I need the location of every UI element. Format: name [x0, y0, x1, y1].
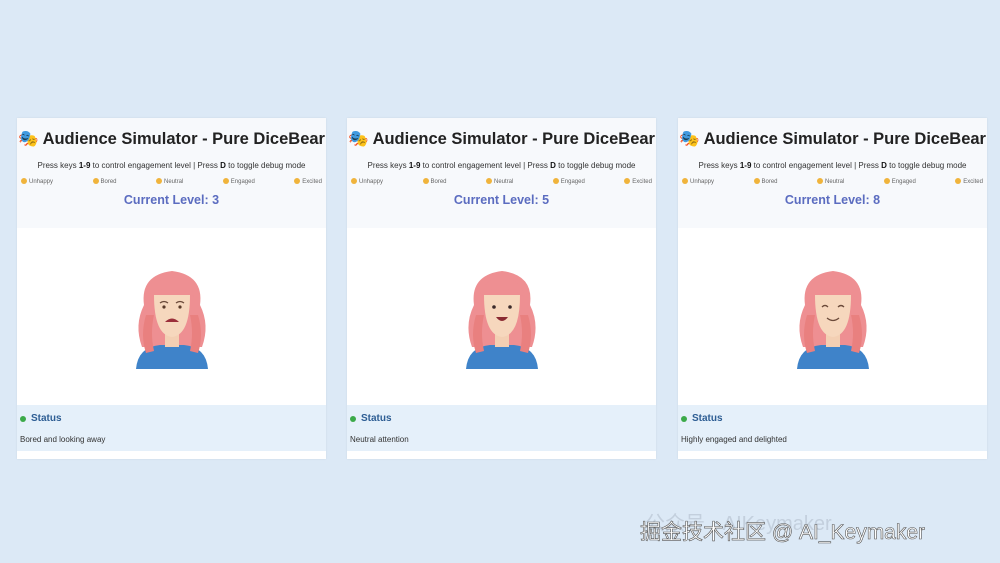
- instructions: Press keys 1-9 to control engagement lev…: [367, 161, 636, 170]
- simulator-panel: 🎭 Audience Simulator - Pure DiceBear Pres…: [678, 118, 987, 459]
- legend-neutral: Neutral: [817, 178, 844, 185]
- title-text: Audience Simulator - Pure DiceBear: [703, 130, 986, 148]
- instructions: Press keys 1-9 to control engagement lev…: [698, 161, 967, 170]
- avatar: [465, 270, 538, 369]
- legend-unhappy: Unhappy: [351, 178, 383, 185]
- status-dot-icon: [350, 415, 356, 422]
- status-dot-icon: [20, 415, 26, 422]
- simulator-panel: 🎭 Audience Simulator - Pure DiceBear Pres…: [17, 118, 326, 459]
- current-level: Current Level: 3: [123, 193, 220, 207]
- legend-bored: Bored: [423, 178, 447, 185]
- panel-title: 🎭 Audience Simulator - Pure DiceBear: [678, 130, 987, 149]
- status-section: Status Highly engaged and delighted: [678, 405, 987, 451]
- engagement-legend: Unhappy Bored Neutral Engaged Excited: [347, 178, 656, 185]
- watermark: 掘金技术社区 @ AI_Keymaker: [640, 521, 926, 545]
- theater-masks-icon: 🎭: [348, 130, 369, 148]
- avatar-area: [347, 228, 656, 405]
- avatar-area: [678, 228, 987, 405]
- avatar: [135, 270, 208, 369]
- legend-unhappy: Unhappy: [21, 178, 53, 185]
- legend-excited: Excited: [294, 178, 322, 185]
- theater-masks-icon: 🎭: [18, 130, 39, 148]
- status-title: Status: [31, 413, 62, 424]
- status-dot-icon: [681, 415, 687, 422]
- avatar: [796, 270, 869, 369]
- status-text: Highly engaged and delighted: [681, 435, 787, 444]
- theater-masks-icon: 🎭: [679, 130, 700, 148]
- simulator-panel: 🎭 Audience Simulator - Pure DiceBear Pres…: [347, 118, 656, 459]
- status-text: Bored and looking away: [20, 435, 106, 444]
- legend-neutral: Neutral: [156, 178, 183, 185]
- status-title: Status: [361, 413, 392, 424]
- legend-excited: Excited: [624, 178, 652, 185]
- legend-bored: Bored: [93, 178, 117, 185]
- legend-engaged: Engaged: [884, 178, 916, 185]
- current-level: Current Level: 8: [784, 193, 881, 207]
- panel-title: 🎭 Audience Simulator - Pure DiceBear: [17, 130, 326, 149]
- legend-bored: Bored: [754, 178, 778, 185]
- legend-neutral: Neutral: [486, 178, 513, 185]
- legend-engaged: Engaged: [553, 178, 585, 185]
- status-title: Status: [692, 413, 723, 424]
- status-section: Status Bored and looking away: [17, 405, 326, 451]
- status-text: Neutral attention: [350, 435, 409, 444]
- panel-title: 🎭 Audience Simulator - Pure DiceBear: [347, 130, 656, 149]
- engagement-legend: Unhappy Bored Neutral Engaged Excited: [678, 178, 987, 185]
- instructions: Press keys 1-9 to control engagement lev…: [37, 161, 306, 170]
- avatar-area: [17, 228, 326, 405]
- legend-unhappy: Unhappy: [682, 178, 714, 185]
- current-level: Current Level: 5: [453, 193, 550, 207]
- title-text: Audience Simulator - Pure DiceBear: [372, 130, 655, 148]
- title-text: Audience Simulator - Pure DiceBear: [42, 130, 325, 148]
- status-section: Status Neutral attention: [347, 405, 656, 451]
- legend-engaged: Engaged: [223, 178, 255, 185]
- legend-excited: Excited: [955, 178, 983, 185]
- engagement-legend: Unhappy Bored Neutral Engaged Excited: [17, 178, 326, 185]
